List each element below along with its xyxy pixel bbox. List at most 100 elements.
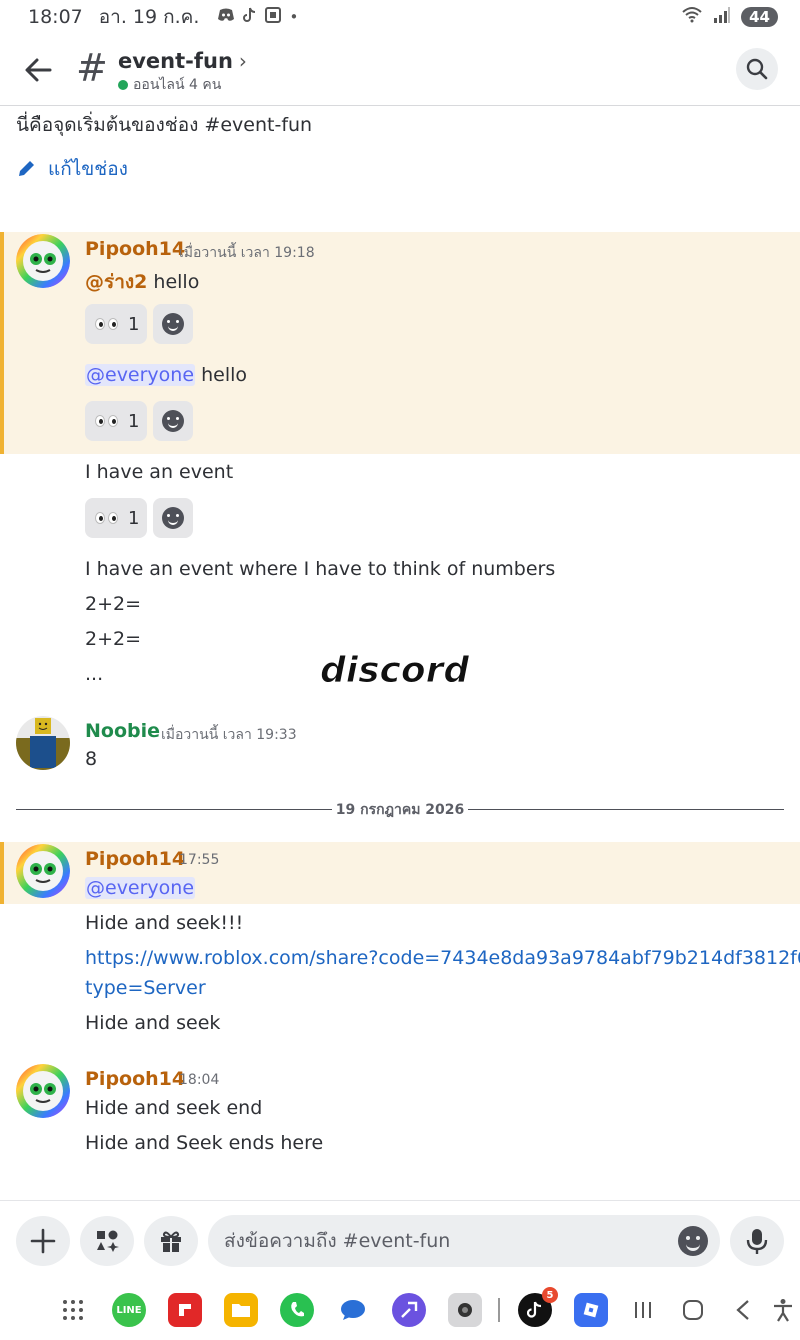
reaction-bar: 1 (85, 401, 194, 441)
search-icon (746, 58, 768, 80)
back-nav-icon[interactable] (734, 1280, 752, 1340)
line-icon[interactable]: LINE (112, 1293, 146, 1327)
gift-button[interactable] (144, 1216, 198, 1266)
notification-icons: • (217, 7, 298, 27)
message-text: I have an event (85, 461, 234, 483)
roblox-share-link[interactable]: type=Server (85, 977, 206, 999)
eyes-emoji-icon (95, 415, 118, 427)
voice-message-button[interactable] (730, 1216, 784, 1266)
message-text: @everyone hello (85, 364, 247, 386)
reaction-bar: 1 (85, 498, 194, 538)
navigation-bar: LINE 5 (0, 1280, 800, 1340)
recent-apps-icon[interactable] (632, 1280, 654, 1340)
accessibility-icon[interactable] (772, 1280, 794, 1340)
microphone-icon (746, 1229, 768, 1254)
flipboard-icon[interactable] (168, 1293, 202, 1327)
message-text: @everyone (85, 877, 196, 899)
message-text: 8 (85, 748, 98, 770)
message-timestamp: เมื่อวานนี้ เวลา 19:33 (161, 727, 297, 743)
message-text: Hide and Seek ends here (85, 1132, 324, 1154)
reaction-bar: 1 (85, 304, 194, 344)
avatar-noobie[interactable] (16, 716, 70, 770)
avatar-pipooh14[interactable] (16, 234, 70, 288)
reaction-count: 1 (128, 410, 140, 432)
channel-header: # event-fun › ออนไลน์ 4 คน (0, 36, 800, 106)
channel-hash-icon: # (76, 46, 108, 90)
battery-indicator: 44 (741, 7, 778, 27)
emoji-picker-icon[interactable] (678, 1226, 708, 1256)
everyone-mention[interactable]: @everyone (85, 364, 196, 386)
add-reaction-button[interactable] (153, 498, 194, 538)
message-author[interactable]: Pipooh14 (85, 1068, 185, 1090)
add-reaction-icon (162, 410, 185, 432)
online-count-label: ออนไลน์ 4 คน (133, 77, 222, 93)
add-reaction-button[interactable] (153, 401, 194, 441)
notification-badge: 5 (542, 1287, 558, 1303)
tiktok-notif-icon (243, 7, 257, 27)
message-timestamp: 18:04 (179, 1072, 220, 1088)
avatar-pipooh14[interactable] (16, 844, 70, 898)
apps-grid-icon[interactable] (56, 1293, 90, 1327)
scan-notif-icon (265, 7, 282, 27)
edit-channel-link[interactable]: แก้ไขช่อง (16, 154, 128, 184)
more-dot-icon: • (289, 8, 299, 26)
everyone-mention[interactable]: @everyone (85, 877, 196, 899)
roblox-icon[interactable] (574, 1293, 608, 1327)
message-author[interactable]: Noobie (85, 720, 160, 742)
avatar-pipooh14[interactable] (16, 1064, 70, 1118)
status-date: อา. 19 ก.ค. (98, 6, 200, 28)
edit-channel-label: แก้ไขช่อง (48, 158, 128, 180)
message-timestamp: เมื่อวานนี้ เวลา 19:18 (179, 245, 315, 261)
back-arrow-icon[interactable] (22, 54, 54, 86)
phone-icon[interactable] (280, 1293, 314, 1327)
online-dot-icon (118, 80, 128, 90)
message-text: @ร่าง2 hello (85, 271, 200, 293)
channel-name: event-fun (118, 49, 233, 73)
status-time: 18:07 (28, 6, 83, 28)
browser-icon[interactable] (392, 1293, 426, 1327)
message-text: 2+2= (85, 628, 142, 650)
camera-icon[interactable] (448, 1293, 482, 1327)
home-icon[interactable] (682, 1280, 704, 1340)
message-input-placeholder: ส่งข้อความถึง #event-fun (224, 1230, 451, 1252)
files-icon[interactable] (224, 1293, 258, 1327)
message-text: I have an event where I have to think of… (85, 558, 556, 580)
reaction-count: 1 (128, 313, 140, 335)
message-text: 2+2= (85, 593, 142, 615)
add-reaction-icon (162, 313, 185, 335)
roblox-share-link[interactable]: https://www.roblox.com/share?code=7434e8… (85, 947, 800, 969)
pencil-icon (19, 161, 34, 176)
chevron-right-icon: › (238, 49, 247, 73)
message-timestamp: 17:55 (179, 852, 220, 868)
apps-icon (97, 1230, 119, 1252)
tiktok-icon[interactable]: 5 (518, 1287, 558, 1327)
discord-watermark: discord (319, 650, 470, 692)
message-text: Hide and seek (85, 1012, 221, 1034)
reaction-eyes[interactable]: 1 (85, 498, 148, 538)
gift-icon (161, 1231, 181, 1252)
reaction-eyes[interactable]: 1 (85, 401, 148, 441)
apps-button[interactable] (80, 1216, 134, 1266)
wifi-icon (681, 6, 703, 28)
messages-icon[interactable] (336, 1293, 370, 1327)
reaction-eyes[interactable]: 1 (85, 304, 148, 344)
channel-title[interactable]: event-fun › (118, 49, 247, 73)
message-author[interactable]: Pipooh14 (85, 238, 185, 260)
attach-button[interactable] (16, 1216, 70, 1266)
reaction-count: 1 (128, 507, 140, 529)
message-text: Hide and seek end (85, 1097, 263, 1119)
status-bar: 18:07 อา. 19 ก.ค. • 44 (0, 0, 800, 34)
signal-icon (713, 7, 731, 27)
eyes-emoji-icon (95, 512, 118, 524)
add-reaction-button[interactable] (153, 304, 194, 344)
channel-intro-text: นี่คือจุดเริ่มต้นของช่อง #event-fun (16, 114, 313, 136)
message-text: Hide and seek!!! (85, 912, 244, 934)
user-mention[interactable]: @ร่าง2 (85, 271, 147, 293)
message-author[interactable]: Pipooh14 (85, 848, 185, 870)
chat-area[interactable]: นี่คือจุดเริ่มต้นของช่อง #event-fun แก้ไ… (0, 106, 800, 1200)
add-reaction-icon (162, 507, 185, 529)
message-input[interactable]: ส่งข้อความถึง #event-fun (208, 1215, 720, 1267)
plus-icon (30, 1228, 56, 1254)
discord-notif-icon (217, 8, 235, 26)
search-button[interactable] (736, 48, 778, 90)
